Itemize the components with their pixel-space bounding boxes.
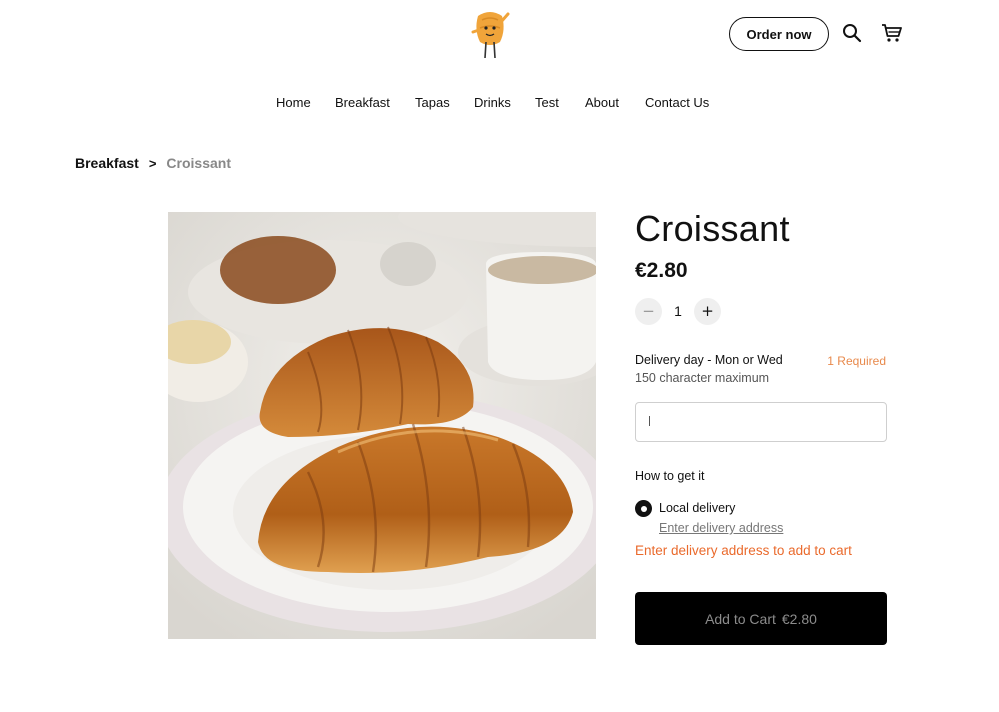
breadcrumb-separator: > [148, 155, 157, 171]
breadcrumb: Breakfast > Croissant [75, 155, 231, 171]
breadcrumb-current: Croissant [166, 155, 231, 171]
nav-item-contact-us[interactable]: Contact Us [645, 95, 709, 110]
add-to-cart-price: €2.80 [781, 610, 817, 627]
enter-address-link[interactable]: Enter delivery address [659, 521, 783, 535]
text-cursor [649, 416, 650, 426]
local-delivery-radio[interactable] [635, 500, 652, 517]
nav-item-home[interactable]: Home [276, 95, 311, 110]
nav-item-about[interactable]: About [585, 95, 619, 110]
breadcrumb-parent-link[interactable]: Breakfast [75, 155, 139, 171]
product-price: €2.80 [635, 259, 688, 282]
order-now-button[interactable]: Order now [729, 17, 829, 51]
add-to-cart-label: Add to Cart [705, 610, 776, 627]
croissant-photo [168, 212, 596, 639]
minus-icon: − [642, 302, 655, 320]
nav-item-drinks[interactable]: Drinks [474, 95, 511, 110]
delivery-error-message: Enter delivery address to add to cart [635, 543, 852, 558]
croissant-mascot-icon [471, 12, 510, 59]
quantity-stepper: − 1 + [635, 297, 721, 325]
local-delivery-label[interactable]: Local delivery [659, 501, 735, 515]
custom-field-label: Delivery day - Mon or Wed [635, 353, 783, 367]
quantity-value[interactable]: 1 [662, 303, 694, 319]
required-indicator: 1 Required [827, 354, 886, 368]
add-to-cart-button[interactable]: Add to Cart €2.80 [635, 592, 887, 645]
nav-item-tapas[interactable]: Tapas [415, 95, 450, 110]
quantity-decrease-button[interactable]: − [635, 297, 662, 325]
product-image[interactable] [168, 212, 596, 639]
logo[interactable] [468, 8, 512, 62]
plus-icon: + [701, 302, 714, 320]
quantity-increase-button[interactable]: + [694, 297, 721, 325]
nav-item-breakfast[interactable]: Breakfast [335, 95, 390, 110]
delivery-day-input[interactable] [635, 402, 887, 442]
search-icon[interactable] [842, 23, 862, 43]
fulfillment-label: How to get it [635, 469, 705, 483]
custom-field-hint: 150 character maximum [635, 371, 770, 385]
nav-item-test[interactable]: Test [535, 95, 559, 110]
cart-icon[interactable] [881, 23, 903, 43]
product-title: Croissant [635, 208, 790, 249]
